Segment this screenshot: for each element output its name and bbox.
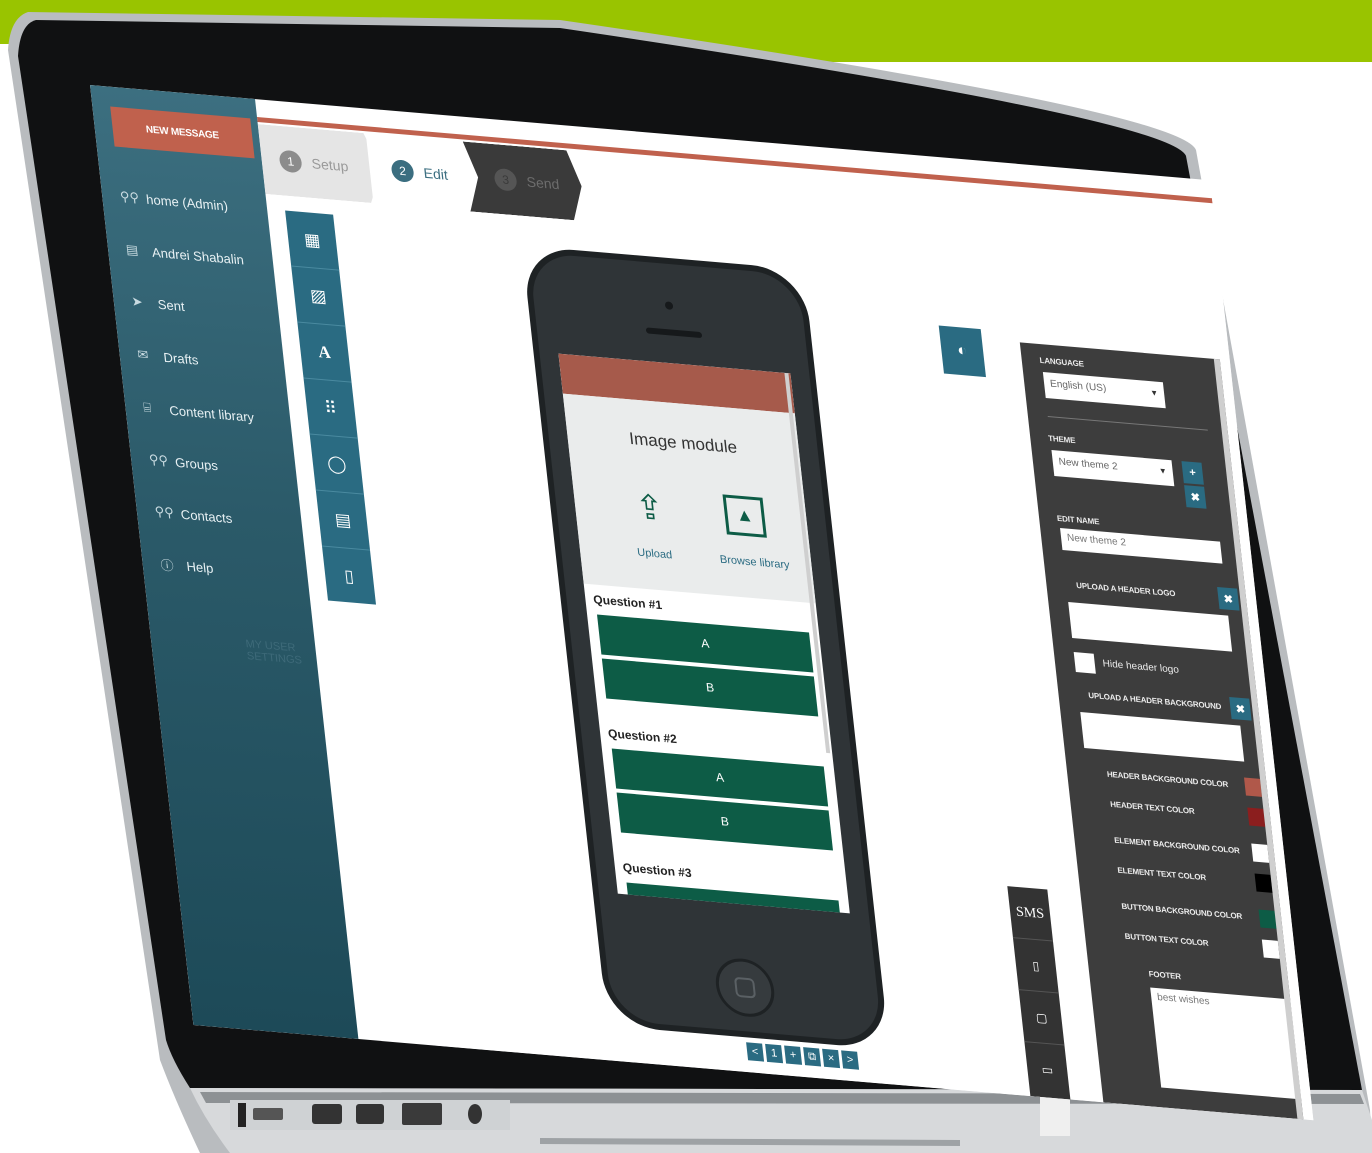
upload-link[interactable]: Upload xyxy=(619,545,690,563)
image-icon[interactable]: ▨ xyxy=(291,266,346,327)
contacts-icon: ⚲⚲ xyxy=(153,503,175,521)
tablet-icon[interactable]: ▢ xyxy=(1018,990,1065,1046)
info-icon: ⓘ xyxy=(159,557,175,574)
footer-textarea[interactable]: best wishes xyxy=(1150,987,1302,1100)
caret-down-icon: ▼ xyxy=(1158,466,1168,476)
laptop-icon[interactable]: ▭ xyxy=(1024,1042,1070,1097)
prev-page-button[interactable]: < xyxy=(746,1042,765,1062)
film-icon[interactable]: ▦ xyxy=(285,210,340,271)
browse-library-link[interactable]: Browse library xyxy=(709,553,800,573)
phone-preview: Image module ⇪ ▲ Upload Browse library Q… xyxy=(521,245,890,1050)
language-label: LANGUAGE xyxy=(1039,355,1085,369)
caret-down-icon: ▼ xyxy=(1149,388,1159,398)
color-label: HEADER TEXT COLOR xyxy=(1109,799,1195,816)
copy-page-button[interactable]: ⧉ xyxy=(803,1047,822,1067)
background-upload-box[interactable] xyxy=(1080,712,1245,762)
library-icon: ⌸ xyxy=(142,399,152,416)
wizard-step-send[interactable]: 3 Send xyxy=(463,141,586,221)
phone-screen: Image module ⇪ ▲ Upload Browse library Q… xyxy=(558,353,850,914)
sidebar-item-label: Groups xyxy=(174,454,219,473)
language-value: English (US) xyxy=(1049,378,1107,395)
hide-logo-checkbox[interactable] xyxy=(1073,652,1096,674)
theme-select[interactable]: New theme 2 ▼ xyxy=(1051,450,1175,487)
step-number: 1 xyxy=(278,150,302,174)
new-message-button[interactable]: NEW MESSAGE xyxy=(110,106,255,159)
image-module: Image module ⇪ ▲ Upload Browse library xyxy=(562,393,816,604)
page-number[interactable]: 1 xyxy=(765,1043,784,1064)
grid-icon[interactable]: ⠿ xyxy=(303,378,358,439)
sidebar-item-label: Help xyxy=(185,558,215,576)
paper-plane-icon: ➤ xyxy=(130,293,144,310)
sidebar-item-profile[interactable]: ▤ Andrei Shabalin xyxy=(124,235,245,275)
people-icon: ⚲⚲ xyxy=(119,188,140,206)
editor-canvas: ◐ Image module ⇪ ▲ Upload Browse library… xyxy=(342,215,1314,1121)
upload-background-label: UPLOAD A HEADER BACKGROUND xyxy=(1087,690,1222,712)
step-label: Setup xyxy=(310,155,350,175)
add-theme-button[interactable]: + xyxy=(1181,461,1204,485)
sms-preview-button[interactable]: SMS xyxy=(1007,886,1054,942)
theme-value: New theme 2 xyxy=(1058,456,1119,473)
sidebar-item-label: Andrei Shabalin xyxy=(151,244,245,268)
table-icon[interactable]: ▤ xyxy=(315,490,371,551)
sidebar-item-label: Content library xyxy=(168,402,255,425)
sidebar-item-drafts[interactable]: ✉ Drafts xyxy=(136,340,200,375)
add-page-button[interactable]: + xyxy=(784,1045,803,1065)
color-label: HEADER BACKGROUND COLOR xyxy=(1106,769,1229,790)
sidebar-item-label: Drafts xyxy=(162,349,199,368)
divider xyxy=(1047,416,1208,431)
envelope-open-icon: ✉ xyxy=(136,346,150,363)
phone-home-button xyxy=(712,956,778,1020)
sidebar-item-label: Sent xyxy=(156,296,186,314)
language-select[interactable]: English (US) ▼ xyxy=(1042,372,1166,409)
image-module-title: Image module xyxy=(628,428,739,458)
color-label: BUTTON BACKGROUND COLOR xyxy=(1120,901,1243,922)
upload-icon[interactable]: ⇪ xyxy=(627,486,671,529)
footer-label: FOOTER xyxy=(1148,969,1182,982)
delete-theme-button[interactable]: ✖ xyxy=(1184,485,1207,509)
step-label: Send xyxy=(525,173,561,193)
sidebar-item-home[interactable]: ⚲⚲ home (Admin) xyxy=(118,182,229,221)
upload-logo-label: UPLOAD A HEADER LOGO xyxy=(1075,580,1176,599)
app-screen: NEW MESSAGE ⚲⚲ home (Admin) ▤ Andrei Sha… xyxy=(90,85,1314,1121)
sidebar-item-groups[interactable]: ⚲⚲ Groups xyxy=(147,445,219,481)
phone-icon[interactable]: ▯ xyxy=(1013,938,1059,994)
marketing-stage: NEW MESSAGE ⚲⚲ home (Admin) ▤ Andrei Sha… xyxy=(0,0,1372,1153)
color-label: ELEMENT BACKGROUND COLOR xyxy=(1113,835,1241,856)
delete-page-button[interactable]: × xyxy=(822,1048,841,1069)
step-number: 2 xyxy=(390,159,415,183)
phone-camera xyxy=(664,301,674,310)
sidebar-item-sent[interactable]: ➤ Sent xyxy=(130,287,186,321)
device-switcher: SMS ▯ ▢ ▭ xyxy=(1007,886,1071,1100)
color-label: BUTTON TEXT COLOR xyxy=(1124,931,1209,948)
comment-icon[interactable]: ◯ xyxy=(309,434,364,495)
document-icon[interactable]: ▯ xyxy=(322,547,376,607)
sidebar-item-label: Contacts xyxy=(179,506,233,526)
step-label: Edit xyxy=(422,164,449,183)
page-controls: < 1 + ⧉ × > xyxy=(746,1042,860,1070)
color-label: ELEMENT TEXT COLOR xyxy=(1117,865,1207,883)
step-number: 3 xyxy=(493,168,517,192)
palette-icon[interactable]: ◐ xyxy=(938,325,986,378)
group-icon: ⚲⚲ xyxy=(148,451,169,469)
theme-name-input[interactable]: New theme 2 xyxy=(1060,528,1223,564)
contact-card-icon: ▤ xyxy=(125,241,139,258)
clear-background-button[interactable]: ✖ xyxy=(1229,696,1252,721)
sidebar-item-label: home (Admin) xyxy=(145,191,229,214)
sidebar-item-content-library[interactable]: ⌸ Content library xyxy=(142,393,256,432)
hide-logo-label: Hide header logo xyxy=(1102,658,1180,676)
sidebar-item-contacts[interactable]: ⚲⚲ Contacts xyxy=(153,497,234,534)
sidebar-item-help[interactable]: ⓘ Help xyxy=(159,549,215,583)
logo-upload-box[interactable] xyxy=(1068,602,1233,652)
edit-name-label: EDIT NAME xyxy=(1056,513,1100,527)
text-icon[interactable]: A xyxy=(297,322,352,383)
phone-speaker xyxy=(645,327,703,339)
theme-label: THEME xyxy=(1047,433,1076,446)
user-settings-link[interactable]: MY USER SETTINGS xyxy=(245,638,318,668)
next-page-button[interactable]: > xyxy=(841,1050,860,1070)
picture-icon[interactable]: ▲ xyxy=(722,494,767,538)
clear-logo-button[interactable]: ✖ xyxy=(1217,586,1240,611)
